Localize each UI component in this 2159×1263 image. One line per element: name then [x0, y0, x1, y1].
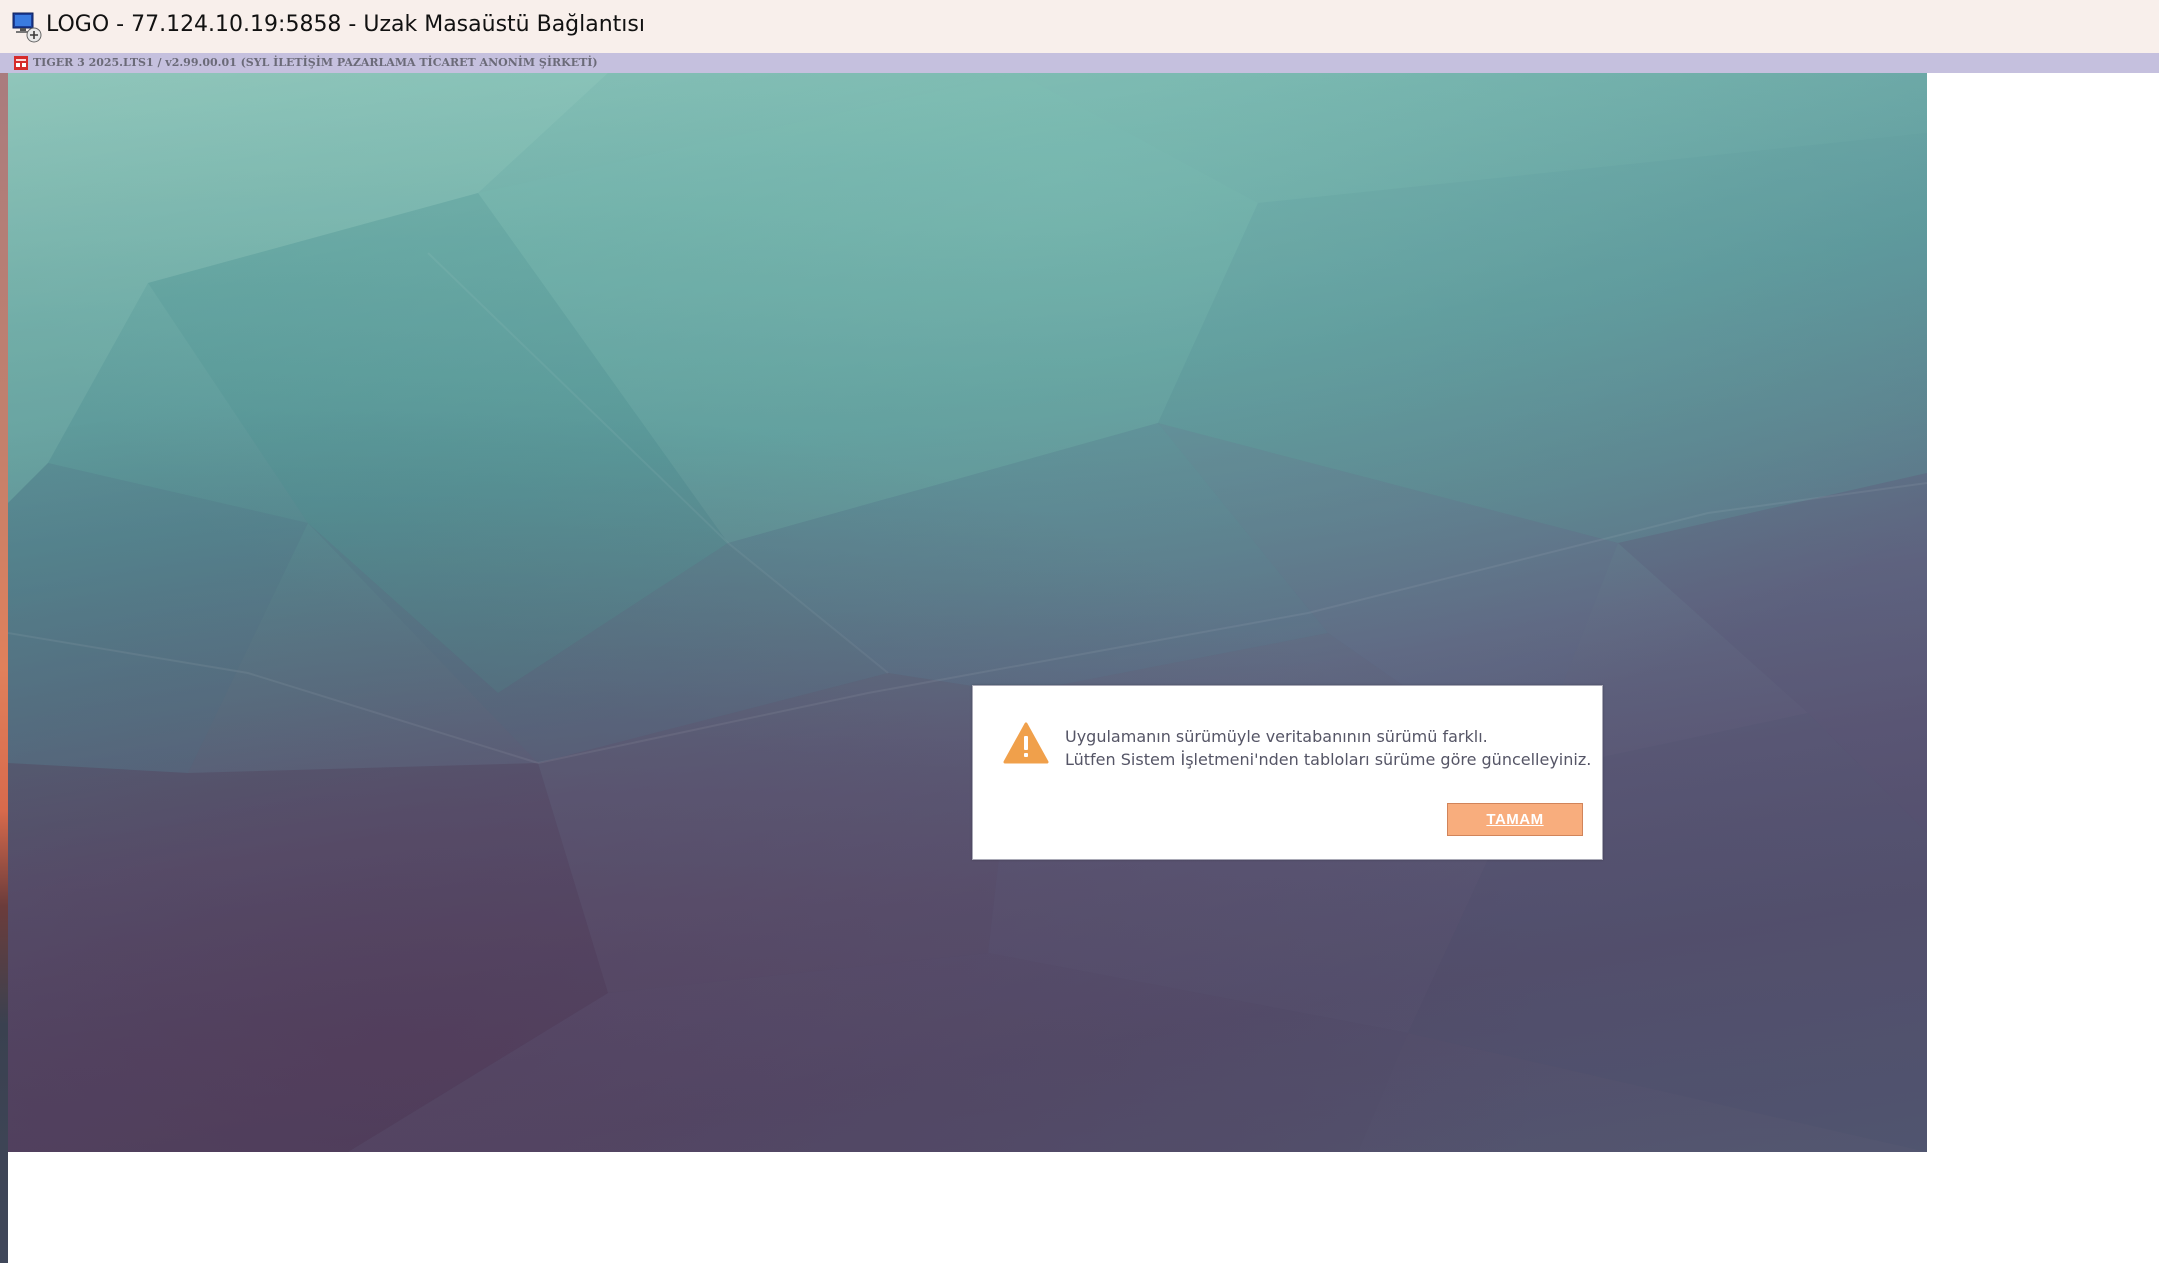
window-title: LOGO - 77.124.10.19:5858 - Uzak Masaüstü…	[46, 12, 645, 37]
app-caption-text: TIGER 3 2025.LTS1 / v2.99.00.01 (SYL İLE…	[33, 56, 598, 69]
desktop-edge	[0, 73, 8, 1263]
warning-icon	[1003, 722, 1049, 764]
dialog-message-line2: Lütfen Sistem İşletmeni'nden tabloları s…	[1065, 750, 1592, 769]
logo-app-icon	[14, 56, 28, 70]
background-artwork	[8, 73, 1927, 1152]
version-warning-dialog: Uygulamanın sürümüyle veritabanının sürü…	[972, 685, 1603, 860]
ok-button[interactable]: TAMAM	[1447, 803, 1583, 836]
dialog-message-line1: Uygulamanın sürümüyle veritabanının sürü…	[1065, 727, 1488, 746]
rdp-title-bar[interactable]: LOGO - 77.124.10.19:5858 - Uzak Masaüstü…	[0, 0, 2159, 53]
remote-desktop-icon	[12, 12, 42, 43]
app-caption-bar: TIGER 3 2025.LTS1 / v2.99.00.01 (SYL İLE…	[0, 53, 2159, 73]
app-background	[8, 73, 1927, 1152]
